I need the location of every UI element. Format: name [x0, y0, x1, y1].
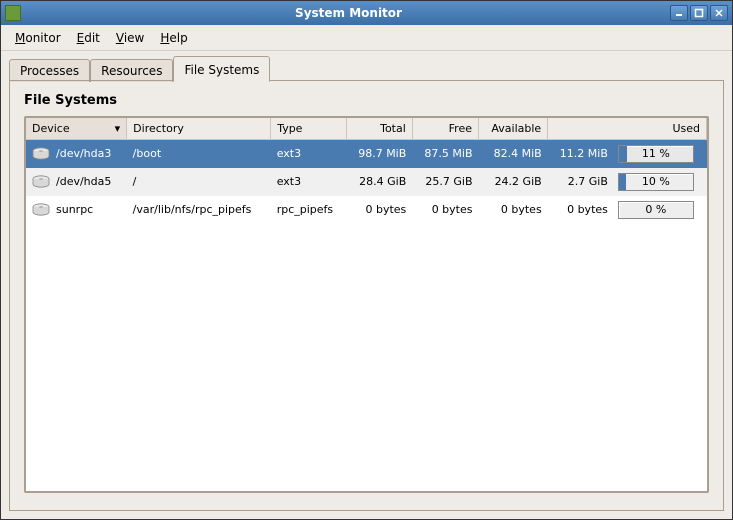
cell-directory: /boot	[127, 140, 271, 168]
col-type-label: Type	[277, 122, 302, 135]
cell-free: 25.7 GiB	[412, 168, 478, 196]
used-pct-label: 11 %	[619, 146, 693, 162]
col-available-label: Available	[491, 122, 541, 135]
col-type[interactable]: Type	[271, 118, 346, 140]
col-total[interactable]: Total	[346, 118, 412, 140]
col-directory-label: Directory	[133, 122, 184, 135]
cell-type: ext3	[271, 168, 346, 196]
tab-file-systems[interactable]: File Systems	[173, 56, 270, 82]
filesystem-table-frame: Device ▾ Directory Type Total Free Availa…	[24, 116, 709, 493]
filesystem-table: Device ▾ Directory Type Total Free Availa…	[26, 118, 707, 224]
menubar: MonitorEditViewHelp	[1, 25, 732, 51]
content: ProcessesResourcesFile Systems File Syst…	[1, 51, 732, 519]
menu-edit[interactable]: Edit	[69, 28, 108, 48]
cell-directory: /	[127, 168, 271, 196]
used-pct-label: 0 %	[619, 202, 693, 218]
cell-used-size: 0 bytes	[548, 196, 614, 224]
menu-help[interactable]: Help	[152, 28, 195, 48]
cell-used-bar: 10 %	[614, 168, 707, 196]
disk-icon	[32, 175, 50, 189]
col-free-label: Free	[449, 122, 472, 135]
cell-total: 28.4 GiB	[346, 168, 412, 196]
col-used-label: Used	[672, 122, 700, 135]
table-row[interactable]: /dev/hda5 /ext328.4 GiB25.7 GiB24.2 GiB2.…	[26, 168, 707, 196]
used-pct-label: 10 %	[619, 174, 693, 190]
table-row[interactable]: /dev/hda3/bootext398.7 MiB87.5 MiB82.4 M…	[26, 140, 707, 168]
tab-panel-filesystems: File Systems Device ▾ Directory Type Tota…	[9, 81, 724, 511]
menu-monitor[interactable]: Monitor	[7, 28, 69, 48]
titlebar: System Monitor	[1, 1, 732, 25]
cell-used-size: 11.2 MiB	[548, 140, 614, 168]
cell-type: ext3	[271, 140, 346, 168]
col-total-label: Total	[380, 122, 406, 135]
maximize-button[interactable]	[690, 5, 708, 21]
app-icon	[5, 5, 21, 21]
section-title: File Systems	[24, 93, 709, 108]
tab-processes[interactable]: Processes	[9, 59, 90, 82]
col-available[interactable]: Available	[479, 118, 548, 140]
menu-view[interactable]: View	[108, 28, 152, 48]
cell-free: 87.5 MiB	[412, 140, 478, 168]
cell-type: rpc_pipefs	[271, 196, 346, 224]
used-progress: 10 %	[618, 173, 694, 191]
device-label: /dev/hda5	[56, 175, 111, 188]
window-title: System Monitor	[27, 6, 670, 20]
window-buttons	[670, 5, 728, 21]
used-progress: 0 %	[618, 201, 694, 219]
col-free[interactable]: Free	[412, 118, 478, 140]
used-progress: 11 %	[618, 145, 694, 163]
col-used[interactable]: Used	[548, 118, 707, 140]
tab-resources[interactable]: Resources	[90, 59, 173, 82]
cell-device: /dev/hda5	[26, 168, 127, 196]
device-label: /dev/hda3	[56, 147, 111, 160]
cell-device: sunrpc	[26, 196, 127, 224]
cell-total: 0 bytes	[346, 196, 412, 224]
cell-free: 0 bytes	[412, 196, 478, 224]
cell-available: 0 bytes	[479, 196, 548, 224]
cell-available: 82.4 MiB	[479, 140, 548, 168]
table-row[interactable]: sunrpc/var/lib/nfs/rpc_pipefsrpc_pipefs0…	[26, 196, 707, 224]
cell-available: 24.2 GiB	[479, 168, 548, 196]
close-button[interactable]	[710, 5, 728, 21]
cell-used-bar: 11 %	[614, 140, 707, 168]
cell-directory: /var/lib/nfs/rpc_pipefs	[127, 196, 271, 224]
cell-used-bar: 0 %	[614, 196, 707, 224]
cell-used-size: 2.7 GiB	[548, 168, 614, 196]
col-directory[interactable]: Directory	[127, 118, 271, 140]
cell-total: 98.7 MiB	[346, 140, 412, 168]
sort-indicator-icon: ▾	[115, 122, 121, 135]
minimize-button[interactable]	[670, 5, 688, 21]
disk-icon	[32, 147, 50, 161]
col-device[interactable]: Device ▾	[26, 118, 127, 140]
cell-device: /dev/hda3	[26, 140, 127, 168]
disk-icon	[32, 203, 50, 217]
device-label: sunrpc	[56, 203, 93, 216]
col-device-label: Device	[32, 122, 70, 135]
tab-strip: ProcessesResourcesFile Systems	[9, 55, 724, 81]
